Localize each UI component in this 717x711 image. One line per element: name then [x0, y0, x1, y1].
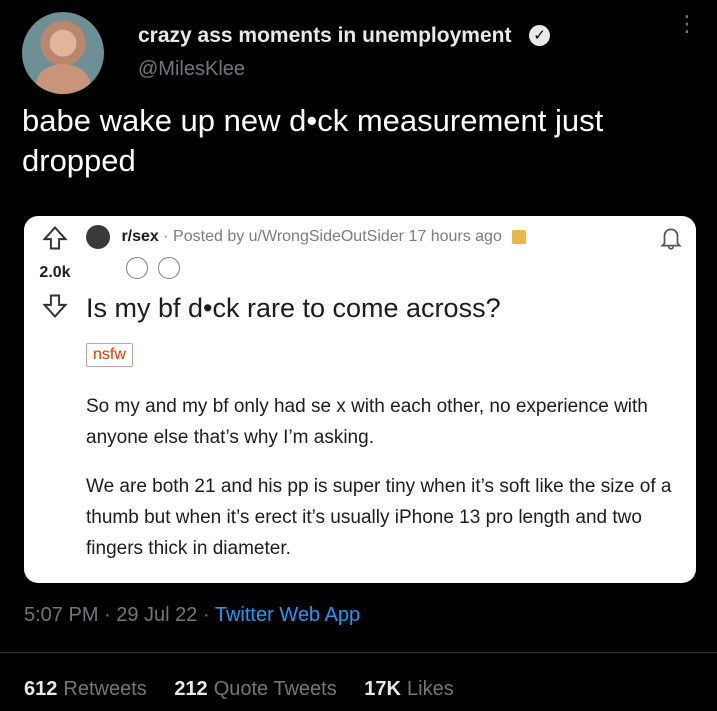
- tweet-source[interactable]: Twitter Web App: [215, 604, 360, 626]
- nsfw-flair: nsfw: [86, 343, 133, 367]
- subreddit-link[interactable]: r/sex: [121, 228, 158, 245]
- post-title[interactable]: Is my bf d•ck rare to come across?: [86, 293, 501, 324]
- upvote-arrow-icon[interactable]: [41, 224, 69, 252]
- quote-tweets-label: Quote Tweets: [213, 678, 337, 700]
- downvote-arrow-icon[interactable]: [41, 292, 69, 320]
- retweets-count: 612: [24, 678, 58, 700]
- bell-icon[interactable]: [658, 224, 684, 252]
- post-meta: r/sex · Posted by u/WrongSideOutSider 17…: [86, 224, 527, 250]
- divider: [0, 652, 717, 653]
- tweet-text-line-1: babe wake up new d•ck measurement just: [22, 103, 604, 138]
- post-body: So my and my bf only had se x with each …: [86, 391, 686, 582]
- tweet-timestamp[interactable]: 5:07 PM · 29 Jul 22 ·: [24, 604, 215, 626]
- retweets-stat[interactable]: 612 Retweets: [24, 678, 152, 700]
- quote-tweets-count: 212: [174, 678, 208, 700]
- author-handle[interactable]: @MilesKlee: [138, 58, 245, 81]
- verified-badge-icon: ✓: [529, 25, 550, 46]
- avatar[interactable]: [22, 12, 104, 94]
- likes-stat[interactable]: 17K Likes: [364, 678, 453, 700]
- author-display-name[interactable]: crazy ass moments in unemployment: [138, 24, 511, 48]
- award-icon: [158, 257, 181, 279]
- posted-by: · Posted by u/WrongSideOutSider 17 hours…: [163, 228, 502, 245]
- more-options-icon[interactable]: ⋮: [676, 13, 698, 50]
- retweets-label: Retweets: [63, 678, 147, 700]
- quote-tweets-stat[interactable]: 212 Quote Tweets: [174, 678, 342, 700]
- vote-column: 2.0k: [30, 224, 80, 320]
- likes-count: 17K: [364, 678, 401, 700]
- award-icon: [126, 257, 148, 279]
- tweet-text-line-2: dropped: [22, 143, 136, 178]
- post-paragraph: We are both 21 and his pp is super tiny …: [86, 476, 672, 559]
- tweet-text: babe wake up new d•ck measurement just d…: [22, 101, 682, 181]
- subreddit-icon: [86, 224, 110, 249]
- likes-label: Likes: [407, 678, 454, 700]
- awards: [126, 257, 186, 284]
- post-paragraph: So my and my bf only had se x with each …: [86, 396, 648, 448]
- embedded-reddit-screenshot[interactable]: 2.0k r/sex · Posted by u/WrongSideOutSid…: [24, 216, 696, 583]
- vote-score: 2.0k: [39, 264, 71, 281]
- tweet-meta: 5:07 PM · 29 Jul 22 · Twitter Web App: [24, 604, 360, 627]
- tweet-stats: 612 Retweets 212 Quote Tweets 17K Likes: [24, 678, 476, 701]
- tweet-header: crazy ass moments in unemployment ✓ @Mil…: [22, 8, 702, 96]
- lock-icon: [512, 229, 527, 244]
